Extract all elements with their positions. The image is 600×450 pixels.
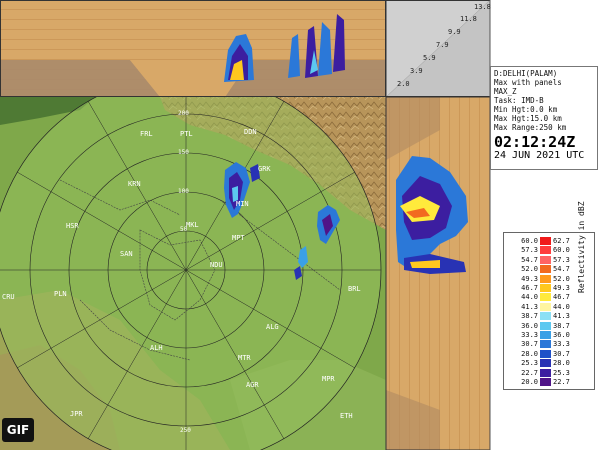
legend-high-value: 28.0 bbox=[553, 359, 570, 368]
legend-color-swatch bbox=[540, 312, 551, 321]
min-height: Min Hgt:0.0 km bbox=[494, 105, 558, 114]
place-label: PTL bbox=[180, 130, 193, 138]
height-label: 11.8 bbox=[460, 15, 477, 23]
legend-color-swatch bbox=[540, 340, 551, 349]
legend-color-swatch bbox=[540, 359, 551, 368]
legend-high-value: 36.0 bbox=[553, 331, 570, 339]
legend-high-value: 22.7 bbox=[553, 378, 570, 386]
legend-high-value: 44.0 bbox=[553, 302, 570, 311]
place-label: NDU bbox=[210, 261, 223, 269]
legend-low-value: 60.0 bbox=[521, 237, 538, 245]
legend-low-value: 25.3 bbox=[521, 359, 538, 368]
legend-high-value: 30.7 bbox=[553, 349, 570, 358]
legend-high-value: 33.3 bbox=[553, 340, 570, 349]
place-label: KRN bbox=[128, 180, 141, 188]
legend-low-value: 36.0 bbox=[521, 321, 538, 330]
height-label: 3.9 bbox=[410, 67, 423, 75]
legend-color-swatch bbox=[540, 321, 551, 330]
reflectivity-legend: 60.0 62.7 57.3 60.0 54.7 57.3 52.0 54.7 49.3 52.0… bbox=[503, 201, 595, 390]
legend-color-swatch bbox=[540, 368, 551, 377]
legend-high-value: 60.0 bbox=[553, 246, 570, 255]
place-label: MIN bbox=[236, 200, 249, 208]
legend-color-swatch bbox=[540, 255, 551, 264]
legend-low-value: 46.7 bbox=[521, 284, 538, 292]
legend-low-value: 54.7 bbox=[521, 255, 538, 264]
range-label: 150 bbox=[178, 149, 189, 156]
place-label: MPT bbox=[232, 234, 245, 242]
legend-high-value: 25.3 bbox=[553, 368, 570, 377]
legend-low-value: 41.3 bbox=[521, 302, 538, 311]
legend-label: Reflectivity in dBZ bbox=[577, 201, 586, 293]
plan-view-map bbox=[0, 97, 386, 450]
height-label: 2.0 bbox=[397, 80, 410, 88]
legend-high-value: 41.3 bbox=[553, 312, 570, 321]
max-height: Max Hgt:15.0 km bbox=[494, 114, 562, 123]
legend-low-value: 49.3 bbox=[521, 274, 538, 283]
legend-high-value: 54.7 bbox=[553, 265, 570, 274]
legend-low-value: 44.0 bbox=[521, 293, 538, 302]
legend-low-value: 30.7 bbox=[521, 340, 538, 349]
legend-high-value: 52.0 bbox=[553, 274, 570, 283]
range-label: 250 bbox=[180, 427, 191, 434]
scan-time: 02:12:24Z bbox=[494, 133, 576, 151]
place-label: ETH bbox=[340, 412, 353, 420]
range-label: 200 bbox=[178, 110, 189, 117]
legend-color-swatch bbox=[540, 246, 551, 255]
place-label: MKL bbox=[186, 221, 199, 229]
legend-color-swatch bbox=[540, 302, 551, 311]
legend-low-value: 57.3 bbox=[521, 246, 538, 255]
place-label: ALH bbox=[150, 344, 163, 352]
place-label: ALG bbox=[266, 323, 279, 331]
station-name: D:DELHI(PALAM) bbox=[494, 69, 558, 78]
place-label: PLN bbox=[54, 290, 67, 298]
legend-color-swatch bbox=[540, 331, 551, 339]
radar-display: 13.8 11.8 9.9 7.9 5.9 3.9 2.0 50 100 150… bbox=[0, 0, 600, 450]
height-label: 5.9 bbox=[423, 54, 436, 62]
legend-high-value: 57.3 bbox=[553, 255, 570, 264]
place-label: DDN bbox=[244, 128, 257, 136]
place-label: HSR bbox=[66, 222, 79, 230]
task-name: Task: IMD-B bbox=[494, 96, 544, 105]
max-range: Max Range:250 km bbox=[494, 123, 567, 132]
gif-badge: GIF bbox=[2, 418, 34, 442]
place-label: CRU bbox=[2, 293, 15, 301]
legend-color-swatch bbox=[540, 284, 551, 292]
legend-high-value: 38.7 bbox=[553, 321, 570, 330]
legend-color-swatch bbox=[540, 265, 551, 274]
height-label: 13.8 bbox=[474, 3, 491, 11]
product-code: MAX_Z bbox=[494, 87, 517, 96]
place-label: JPR bbox=[70, 410, 83, 418]
height-label: 9.9 bbox=[448, 28, 461, 36]
legend-high-value: 46.7 bbox=[553, 293, 570, 302]
place-label: BRL bbox=[348, 285, 361, 293]
legend-color-swatch bbox=[540, 274, 551, 283]
legend-low-value: 52.0 bbox=[521, 265, 538, 274]
place-label: GRK bbox=[258, 165, 271, 173]
legend-low-value: 38.7 bbox=[521, 312, 538, 321]
range-label: 100 bbox=[178, 188, 189, 195]
place-label: SAN bbox=[120, 250, 133, 258]
product-name: Max with panels bbox=[494, 78, 562, 87]
legend-high-value: 62.7 bbox=[553, 237, 570, 245]
place-label: AGR bbox=[246, 381, 259, 389]
legend-low-value: 28.0 bbox=[521, 349, 538, 358]
legend-color-swatch bbox=[540, 349, 551, 358]
legend-color-swatch bbox=[540, 237, 551, 245]
scan-date: 24 JUN 2021 UTC bbox=[494, 150, 585, 161]
legend-color-swatch bbox=[540, 293, 551, 302]
place-label: MPR bbox=[322, 375, 335, 383]
legend-color-swatch bbox=[540, 378, 551, 386]
legend-low-value: 20.0 bbox=[521, 378, 538, 386]
radar-info-panel: D:DELHI(PALAM) Max with panels MAX_Z Tas… bbox=[490, 66, 598, 170]
legend-low-value: 22.7 bbox=[521, 368, 538, 377]
legend-high-value: 49.3 bbox=[553, 284, 570, 292]
height-label: 7.9 bbox=[436, 41, 449, 49]
place-label: MTR bbox=[238, 354, 251, 362]
legend-low-value: 33.3 bbox=[521, 331, 538, 339]
place-label: FRL bbox=[140, 130, 153, 138]
